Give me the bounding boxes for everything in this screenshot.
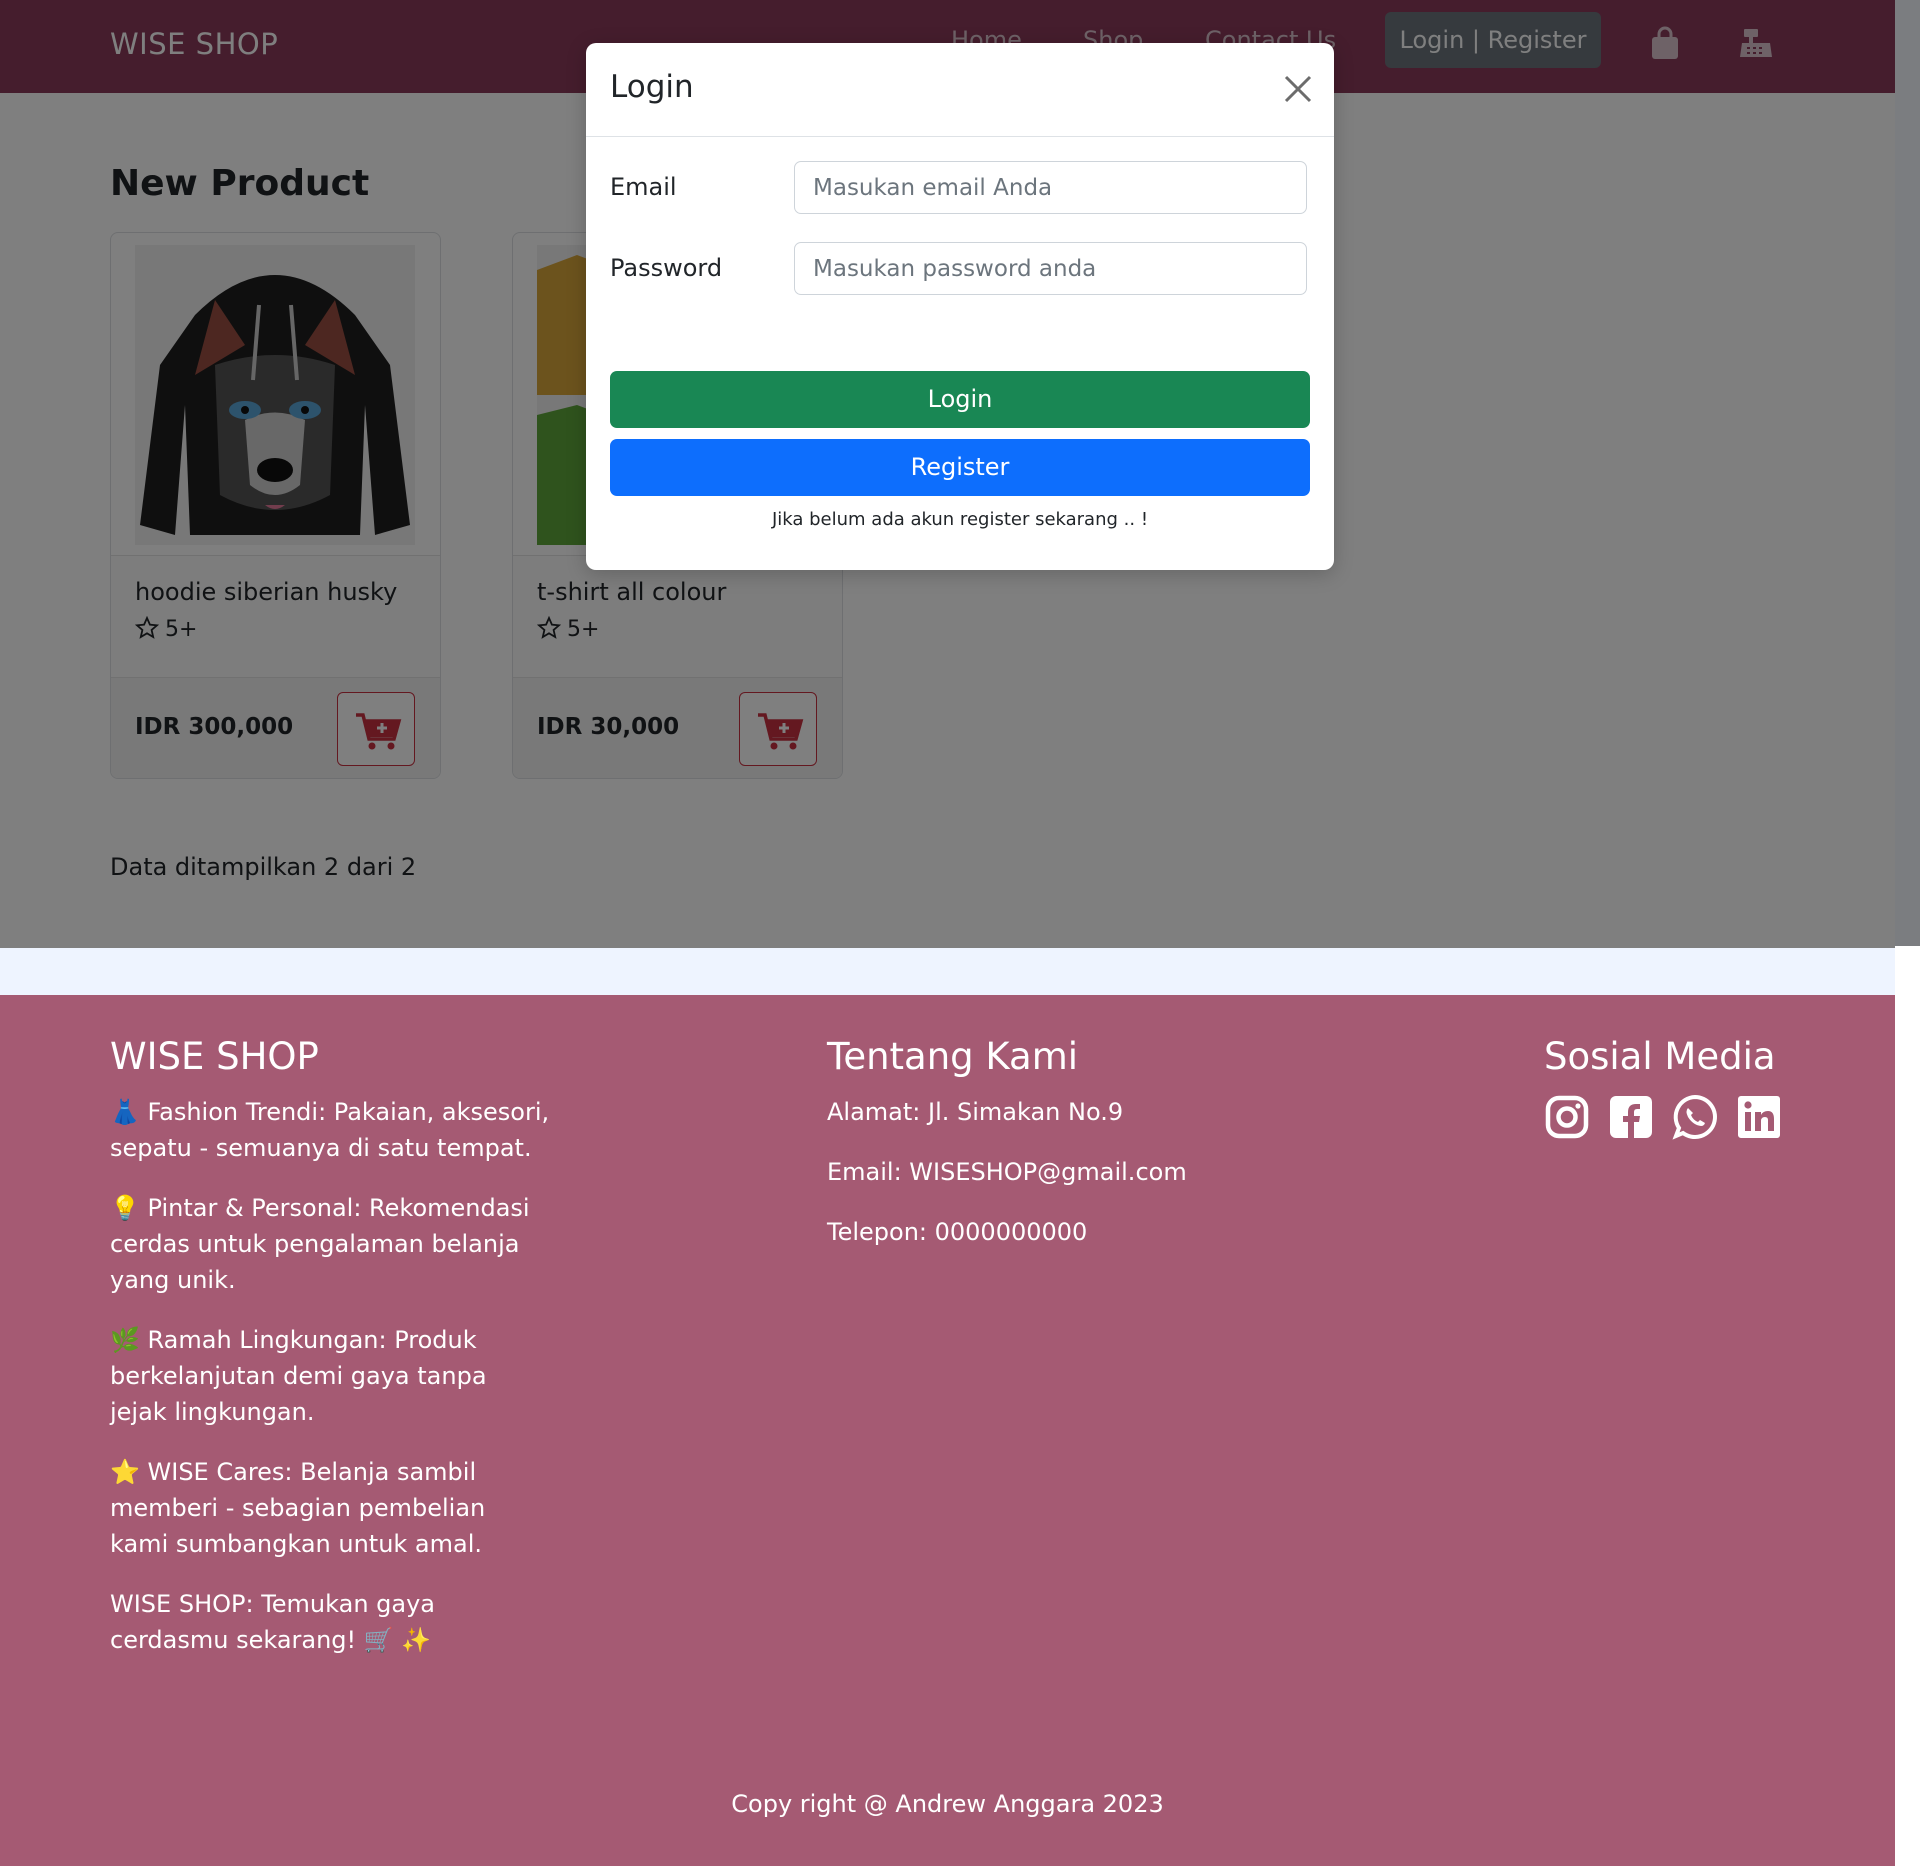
close-icon[interactable]	[1282, 73, 1314, 105]
footer-social-column: Sosial Media	[1544, 1035, 1804, 1144]
footer-brand: WISE SHOP	[110, 1035, 319, 1078]
footer-tagline: WISE SHOP: Temukan gaya cerdasmu sekaran…	[110, 1590, 436, 1654]
login-modal: Login Email Password Login Register Jika…	[586, 43, 1334, 570]
footer-about-title: Tentang Kami	[827, 1035, 1079, 1078]
modal-header: Login	[586, 43, 1334, 137]
register-hint: Jika belum ada akun register sekarang ..…	[771, 509, 1149, 530]
instagram-icon[interactable]	[1544, 1094, 1590, 1140]
footer-about-column: Tentang Kami Alamat: Jl. Simakan No.9 Em…	[827, 1035, 1287, 1274]
footer-brand-column: WISE SHOP 👗 Fashion Trendi: Pakaian, aks…	[110, 1035, 550, 1682]
facebook-icon[interactable]	[1608, 1094, 1654, 1140]
linkedin-icon[interactable]	[1736, 1094, 1782, 1140]
footer-email[interactable]: Email: WISESHOP@gmail.com	[827, 1154, 1287, 1190]
password-field[interactable]	[794, 242, 1307, 295]
scrollbar[interactable]	[1895, 0, 1920, 946]
modal-title: Login	[610, 69, 694, 105]
footer-social-title: Sosial Media	[1544, 1035, 1776, 1078]
page: WISE SHOP Home Shop Contact Us Login | R…	[0, 0, 1895, 1866]
footer-address: Alamat: Jl. Simakan No.9	[827, 1098, 1124, 1126]
footer-feature: 🌿 Ramah Lingkungan: Produk berkelanjutan…	[110, 1326, 487, 1426]
footer: WISE SHOP 👗 Fashion Trendi: Pakaian, aks…	[0, 995, 1895, 1866]
password-label: Password	[610, 254, 723, 282]
social-icons	[1544, 1094, 1804, 1144]
email-field[interactable]	[794, 161, 1307, 214]
register-button[interactable]: Register	[610, 439, 1310, 496]
footer-phone: Telepon: 0000000000	[827, 1218, 1088, 1246]
footer-feature: 👗 Fashion Trendi: Pakaian, aksesori, sep…	[110, 1098, 550, 1162]
separator-band	[0, 948, 1895, 995]
login-button[interactable]: Login	[610, 371, 1310, 428]
footer-feature: ⭐ WISE Cares: Belanja sambil memberi - s…	[110, 1458, 486, 1558]
whatsapp-icon[interactable]	[1672, 1094, 1718, 1140]
email-label: Email	[610, 173, 677, 201]
footer-feature: 💡 Pintar & Personal: Rekomendasi cerdas …	[110, 1194, 530, 1294]
copyright: Copy right @ Andrew Anggara 2023	[731, 1790, 1164, 1818]
